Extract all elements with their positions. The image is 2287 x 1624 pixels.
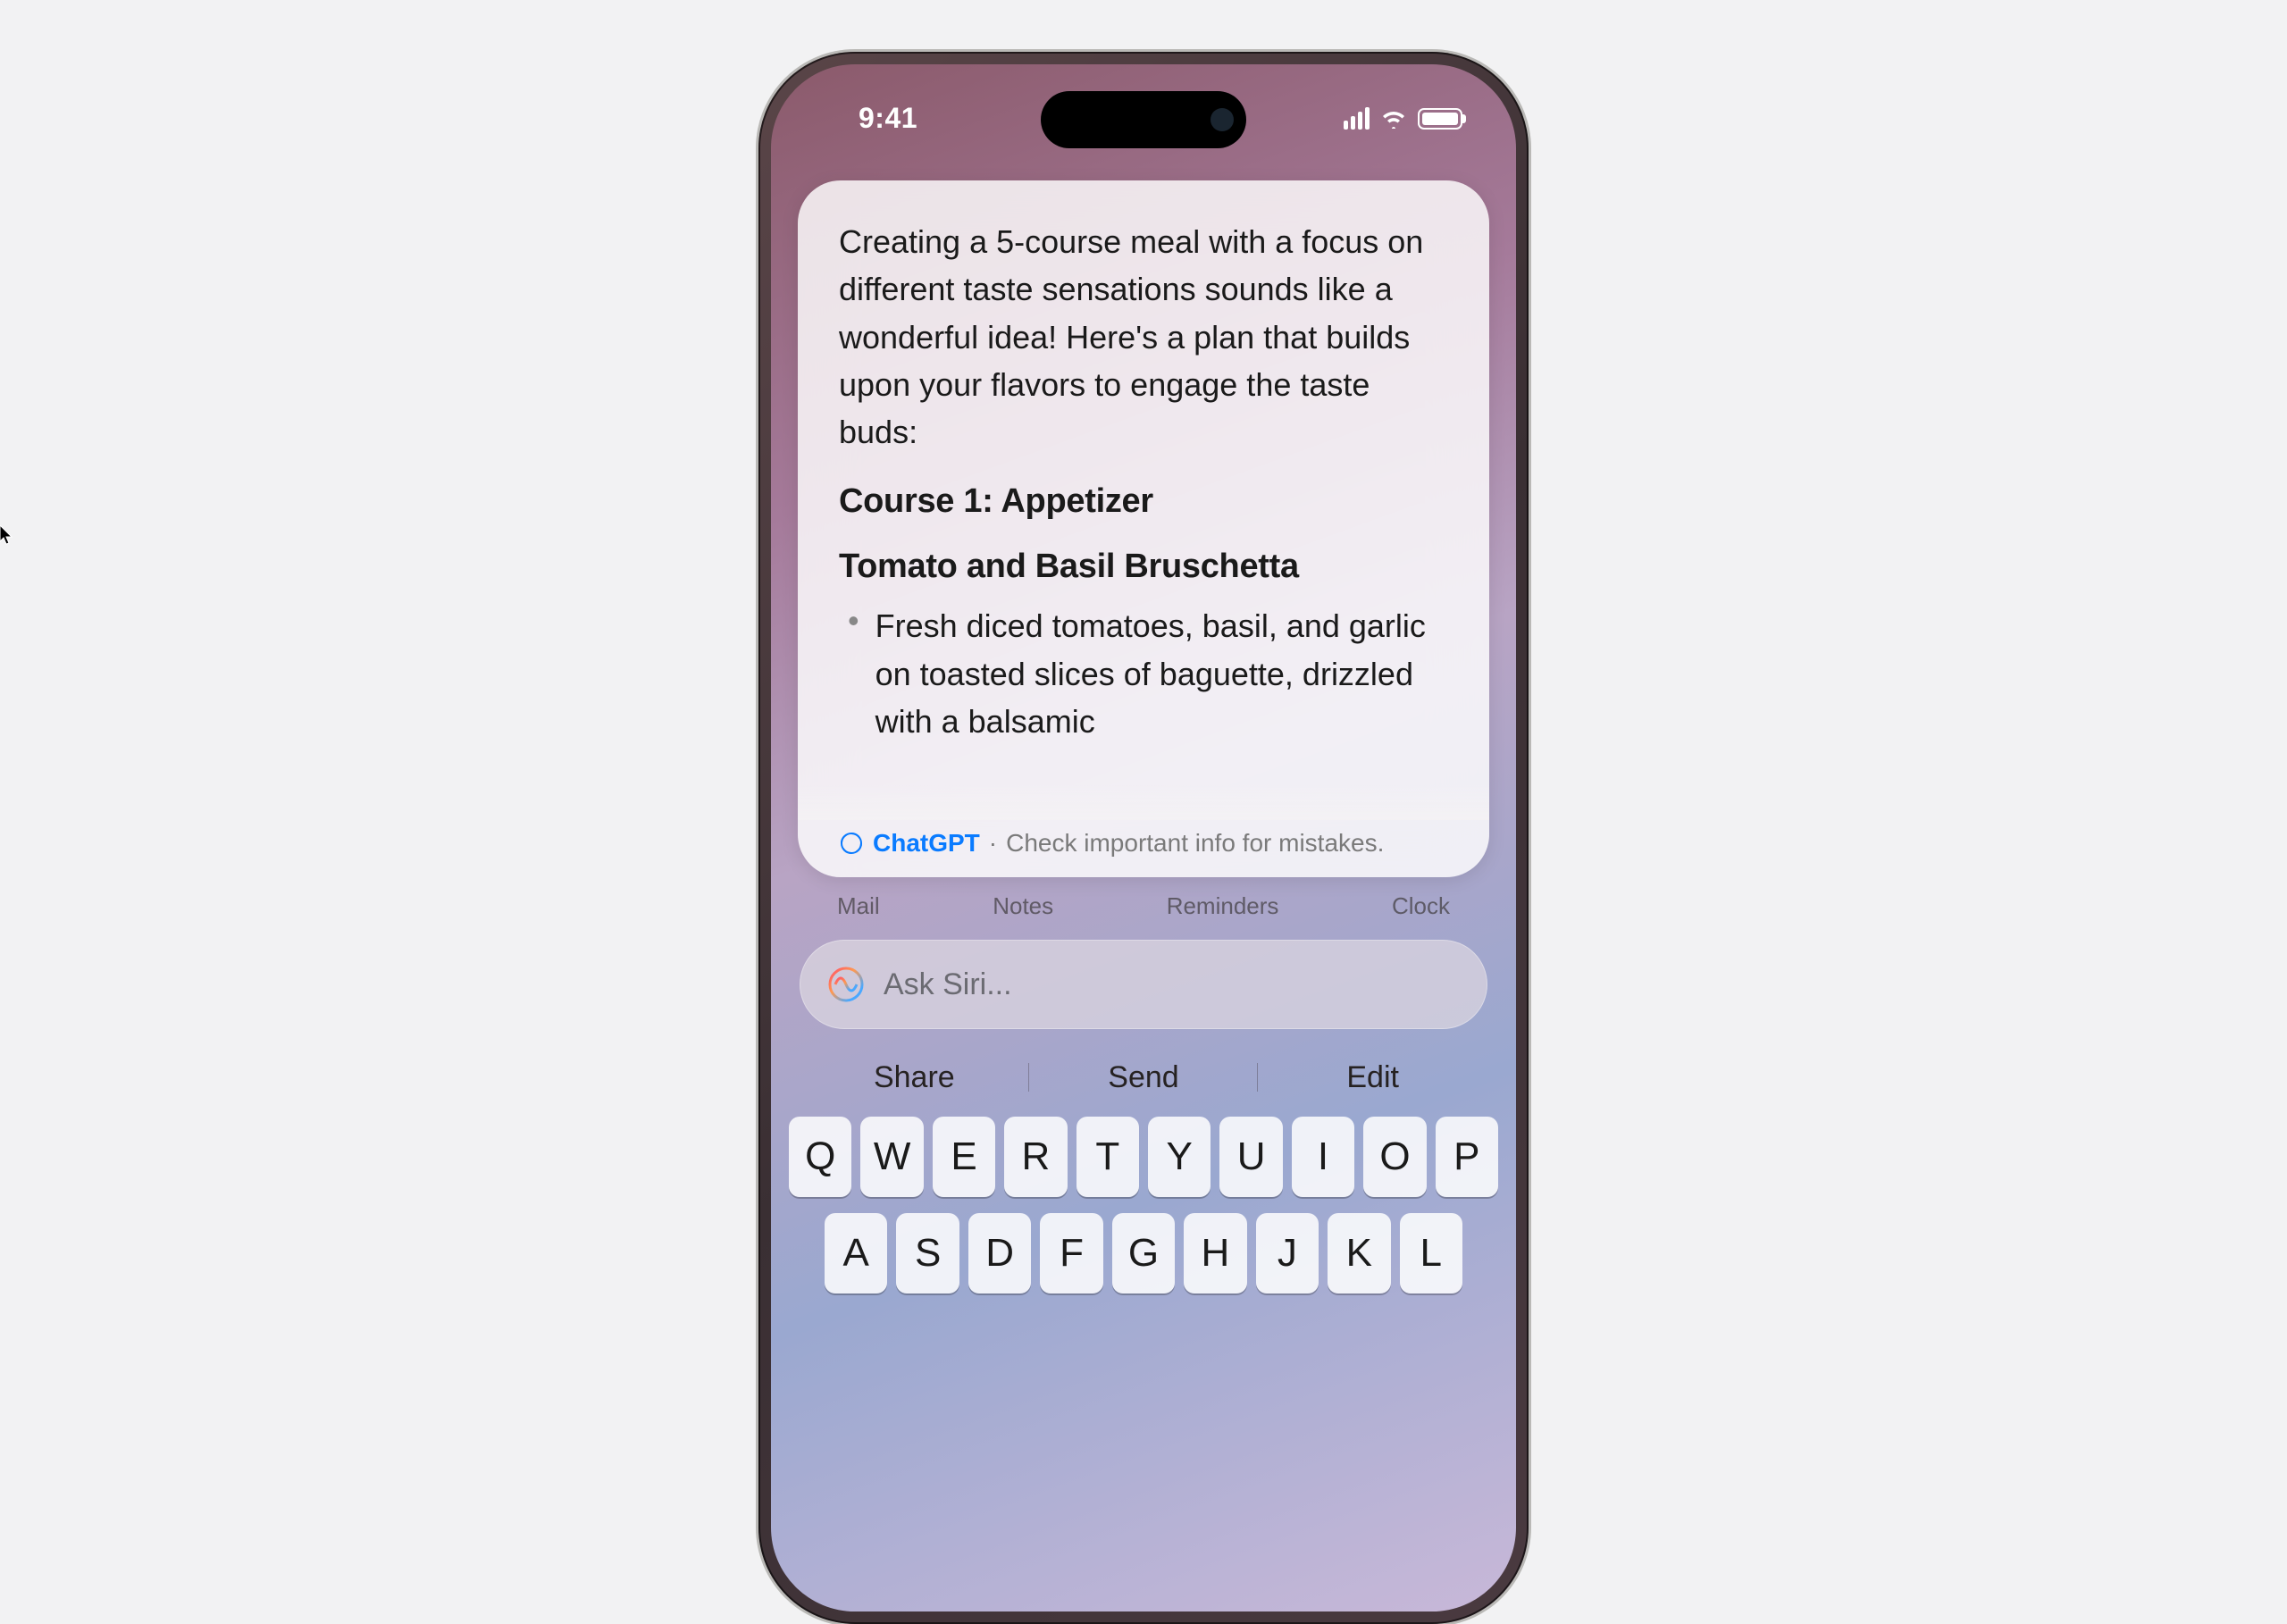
key-row-2: A S D F G H J K L — [789, 1213, 1498, 1293]
key-e[interactable]: E — [933, 1117, 995, 1197]
key-f[interactable]: F — [1040, 1213, 1102, 1293]
response-intro: Creating a 5-course meal with a focus on… — [839, 218, 1448, 456]
phone-screen: 9:41 Creating a 5-course meal with a foc… — [771, 64, 1516, 1611]
source-label: ChatGPT — [873, 829, 980, 858]
course-heading: Course 1: Appetizer — [839, 482, 1448, 521]
bullet-text: Fresh diced tomatoes, basil, and garlic … — [875, 602, 1448, 745]
cursor-icon — [0, 525, 14, 545]
wifi-icon — [1380, 109, 1407, 129]
keyboard: Q W E R T Y U I O P A S D F G H J K L — [789, 1117, 1498, 1310]
dynamic-island — [1041, 91, 1246, 148]
home-app-labels: Mail Notes Reminders Clock — [817, 892, 1470, 920]
key-h[interactable]: H — [1184, 1213, 1246, 1293]
key-i[interactable]: I — [1292, 1117, 1354, 1197]
response-attribution: ChatGPT · Check important info for mista… — [839, 829, 1448, 858]
separator-dot: · — [989, 829, 997, 858]
key-s[interactable]: S — [896, 1213, 959, 1293]
app-label-reminders: Reminders — [1167, 892, 1279, 920]
siri-input-bar[interactable]: Ask Siri... — [800, 940, 1487, 1029]
key-d[interactable]: D — [968, 1213, 1031, 1293]
fade-overlay — [798, 784, 1489, 820]
key-l[interactable]: L — [1400, 1213, 1462, 1293]
key-w[interactable]: W — [860, 1117, 923, 1197]
battery-icon — [1418, 108, 1462, 130]
phone-frame: 9:41 Creating a 5-course meal with a foc… — [758, 52, 1529, 1624]
suggestion-share[interactable]: Share — [800, 1060, 1029, 1095]
siri-response-card[interactable]: Creating a 5-course meal with a focus on… — [798, 180, 1489, 877]
key-t[interactable]: T — [1076, 1117, 1139, 1197]
chatgpt-icon — [839, 831, 864, 856]
suggestion-send[interactable]: Send — [1029, 1060, 1259, 1095]
app-label-mail: Mail — [837, 892, 880, 920]
bullet-dot-icon: • — [848, 602, 859, 745]
key-j[interactable]: J — [1256, 1213, 1319, 1293]
status-time: 9:41 — [859, 102, 917, 135]
suggestion-edit[interactable]: Edit — [1258, 1060, 1487, 1095]
key-y[interactable]: Y — [1148, 1117, 1211, 1197]
status-icons-group — [1344, 107, 1462, 130]
key-r[interactable]: R — [1004, 1117, 1067, 1197]
bullet-item: • Fresh diced tomatoes, basil, and garli… — [839, 602, 1448, 745]
key-q[interactable]: Q — [789, 1117, 851, 1197]
key-k[interactable]: K — [1328, 1213, 1390, 1293]
dish-heading: Tomato and Basil Bruschetta — [839, 548, 1448, 586]
siri-placeholder: Ask Siri... — [884, 967, 1012, 1002]
app-label-clock: Clock — [1392, 892, 1450, 920]
siri-icon — [825, 963, 867, 1006]
key-o[interactable]: O — [1363, 1117, 1426, 1197]
app-label-notes: Notes — [993, 892, 1053, 920]
cellular-icon — [1344, 107, 1370, 130]
key-p[interactable]: P — [1436, 1117, 1498, 1197]
key-u[interactable]: U — [1219, 1117, 1282, 1197]
key-g[interactable]: G — [1112, 1213, 1175, 1293]
keyboard-suggestions: Share Send Edit — [800, 1045, 1487, 1109]
warning-text: Check important info for mistakes. — [1006, 829, 1384, 858]
key-row-1: Q W E R T Y U I O P — [789, 1117, 1498, 1197]
key-a[interactable]: A — [825, 1213, 887, 1293]
